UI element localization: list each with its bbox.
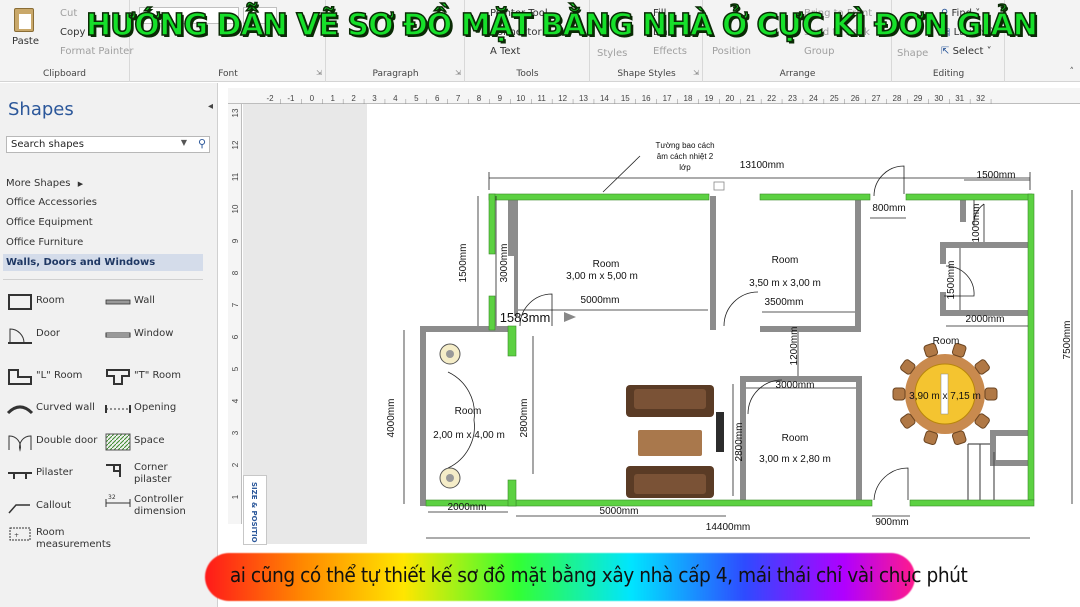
ruler-tick-label: 31 xyxy=(955,94,964,103)
ruler-tick-label: 29 xyxy=(913,94,922,103)
dim-bottom-total: 14400mm xyxy=(706,522,750,533)
ruler-tick-label: 14 xyxy=(600,94,609,103)
ruler-tick-label: 11 xyxy=(231,172,240,181)
dim-right-2000: 2000mm xyxy=(966,314,1005,325)
ruler-tick-label: 4 xyxy=(393,94,398,103)
ruler-tick-label: 9 xyxy=(498,94,503,103)
sofa-set xyxy=(626,385,724,498)
ruler-tick-label: 16 xyxy=(642,94,651,103)
room3-name: Room xyxy=(782,433,809,444)
ruler-tick-label: 4 xyxy=(231,398,240,403)
ruler-tick-label: 15 xyxy=(621,94,630,103)
ruler-tick-label: 28 xyxy=(893,94,902,103)
room5-name: Room xyxy=(933,336,960,347)
ruler-tick-label: 1 xyxy=(330,94,335,103)
ruler-tick-label: 17 xyxy=(663,94,672,103)
ruler-tick-label: 13 xyxy=(579,94,588,103)
ruler-tick-label: 1 xyxy=(231,494,240,499)
ruler-tick-label: -1 xyxy=(287,94,295,103)
ruler-tick-label: 8 xyxy=(477,94,482,103)
dim-room3-width: 3000mm xyxy=(776,380,815,391)
ruler-tick-label: -2 xyxy=(266,94,274,103)
ruler-tick-label: 22 xyxy=(767,94,776,103)
dim-top-right: 1500mm xyxy=(977,170,1016,181)
dim-right-total: 7500mm xyxy=(1062,321,1073,360)
ruler-tick-label: 19 xyxy=(704,94,713,103)
ruler-tick-label: 32 xyxy=(976,94,985,103)
wall-note-line1: Tường bao cách xyxy=(655,141,714,150)
dim-left-upper-b: 3000mm xyxy=(499,244,510,283)
dining-chair xyxy=(984,387,998,401)
ruler-tick-label: 9 xyxy=(231,238,240,243)
room4-size: 2,00 m x 4,00 m xyxy=(433,430,505,441)
ruler-tick-label: 5 xyxy=(231,366,240,371)
ruler-tick-label: 6 xyxy=(435,94,440,103)
horizontal-ruler-ticks: -2 -1 0 1 2 3 4 5 6 7 8 9 10 11 12 13 14 15 16 17 18 19 20 21 22… xyxy=(266,94,992,104)
dim-bottom-left: 2000mm xyxy=(448,502,487,513)
room2-size: 3,50 m x 3,00 m xyxy=(749,278,821,289)
dim-left-total: 4000mm xyxy=(386,399,397,438)
floor-plan: -2 -1 0 1 2 3 4 5 6 7 8 9 10 11 12 13 14 15 16 17 18 19 20 21 22… xyxy=(231,94,1073,539)
room1-size: 3,00 m x 5,00 m xyxy=(566,271,638,282)
ruler-tick-label: 23 xyxy=(788,94,797,103)
dim-right-1000: 1000mm xyxy=(971,204,982,243)
ruler-tick-label: 30 xyxy=(934,94,943,103)
dim-hall-1200: 1200mm xyxy=(789,327,800,366)
vertical-ruler-ticks: 13 12 11 10 9 8 7 6 5 4 3 2 1 xyxy=(231,108,240,499)
ruler-tick-label: 12 xyxy=(231,140,240,149)
dim-top-total: 13100mm xyxy=(740,160,784,171)
cursor-readout: 1583mm xyxy=(500,310,551,325)
wall-note-line3: lớp xyxy=(679,163,691,172)
ruler-tick-label: 27 xyxy=(872,94,881,103)
dim-room3-height: 2800mm xyxy=(734,423,745,462)
room2-name: Room xyxy=(772,255,799,266)
dim-room2-width: 3500mm xyxy=(765,297,804,308)
ruler-tick-label: 24 xyxy=(809,94,818,103)
ruler-tick-label: 7 xyxy=(456,94,461,103)
ruler-tick-label: 18 xyxy=(684,94,693,103)
ruler-tick-label: 3 xyxy=(372,94,377,103)
ruler-tick-label: 20 xyxy=(725,94,734,103)
dining-chair xyxy=(892,387,906,401)
ruler-tick-label: 21 xyxy=(746,94,755,103)
dim-room4-height: 2800mm xyxy=(519,399,530,438)
ruler-tick-label: 3 xyxy=(231,430,240,435)
room4-name: Room xyxy=(455,406,482,417)
ruler-tick-label: 10 xyxy=(231,204,240,213)
ruler-tick-label: 2 xyxy=(231,462,240,467)
ruler-tick-label: 6 xyxy=(231,334,240,339)
ruler-tick-label: 11 xyxy=(538,94,547,103)
wall-note-line2: âm cách nhiệt 2 xyxy=(657,152,714,161)
ruler-tick-label: 7 xyxy=(231,302,240,307)
room1-name: Room xyxy=(593,259,620,270)
room5-size: 3,90 m x 7,15 m xyxy=(909,391,981,402)
dim-room1-width: 5000mm xyxy=(581,295,620,306)
ruler-tick-label: 13 xyxy=(231,108,240,117)
ruler-tick-label: 8 xyxy=(231,270,240,275)
dim-left-upper-a: 1500mm xyxy=(458,244,469,283)
dim-bottom-right: 900mm xyxy=(875,517,908,528)
visio-window: Paste Cut Copy Format Painter Clipboard … xyxy=(0,0,1080,607)
ruler-tick-label: 26 xyxy=(851,94,860,103)
room3-size: 3,00 m x 2,80 m xyxy=(759,454,831,465)
ruler-tick-label: 12 xyxy=(558,94,567,103)
ruler-tick-label: 25 xyxy=(830,94,839,103)
ruler-tick-label: 0 xyxy=(310,94,315,103)
ruler-tick-label: 10 xyxy=(516,94,525,103)
dim-right-1500: 1500mm xyxy=(946,261,957,300)
ruler-tick-label: 5 xyxy=(414,94,419,103)
dim-bottom-mid: 5000mm xyxy=(600,506,639,517)
ruler-tick-label: 2 xyxy=(351,94,356,103)
dim-door-top: 800mm xyxy=(872,203,905,214)
subtitle-text: ai cũng có thể tự thiết kế sơ đồ mặt bằn… xyxy=(229,563,968,587)
